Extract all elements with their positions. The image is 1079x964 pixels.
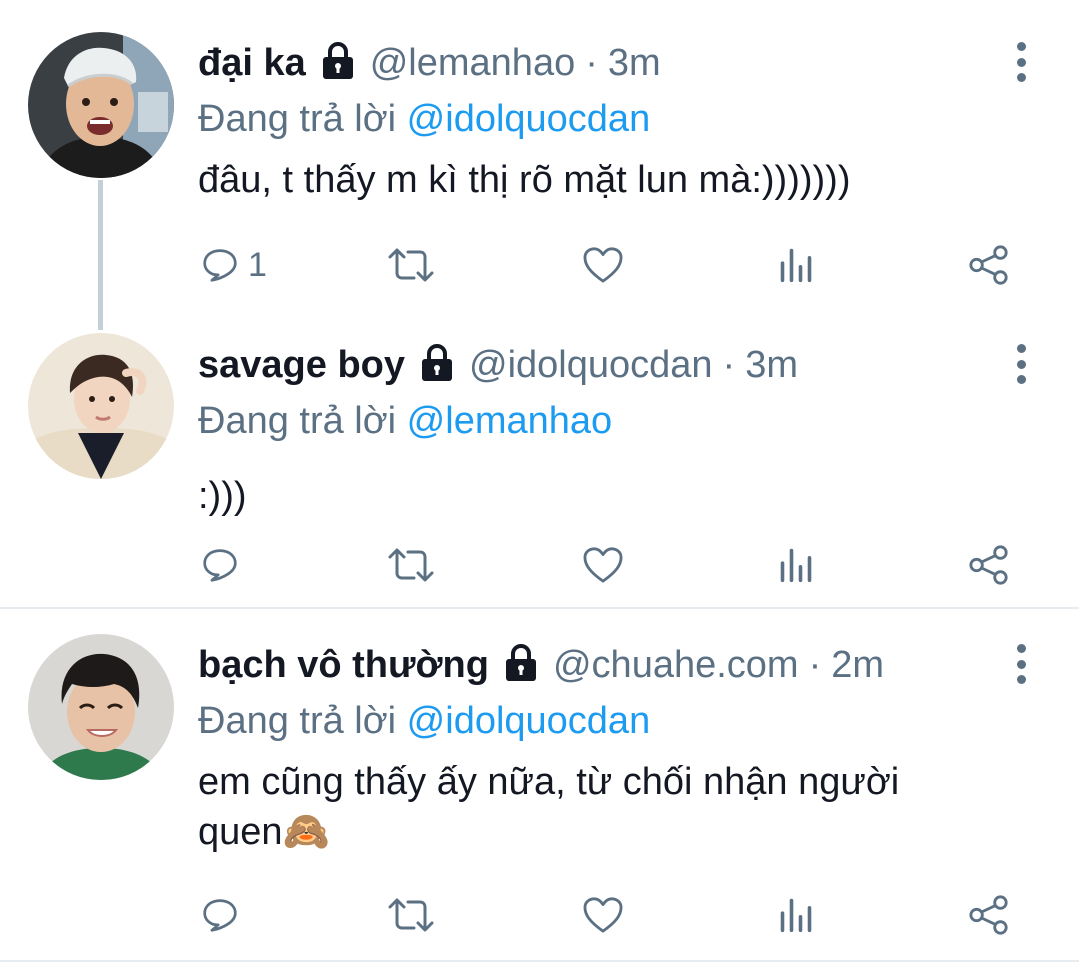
reply-button[interactable] [202,540,238,590]
tweet-2[interactable]: savage boy @idolquocdan · 3m Đang trả lờ… [0,320,1079,608]
tweet-actions: 1 [198,240,1018,290]
avatar[interactable] [28,32,174,178]
separator-dot: · [722,343,736,386]
mention-link[interactable]: @lemanhao [407,400,612,442]
share-icon [968,894,1010,936]
avatar[interactable] [28,333,174,479]
timestamp[interactable]: 2m [831,644,884,687]
replying-to: Đang trả lời @idolquocdan [198,695,999,747]
heart-icon [582,896,624,934]
more-vertical-icon[interactable] [1011,644,1031,684]
heart-icon [582,246,624,284]
share-button[interactable] [968,890,1010,940]
share-icon [968,544,1010,586]
tweet-actions [198,540,1018,590]
user-handle[interactable]: @chuahe.com [553,644,799,687]
analytics-button[interactable] [778,240,814,290]
timestamp[interactable]: 3m [608,42,661,85]
share-button[interactable] [968,240,1010,290]
lock-icon [501,643,541,688]
like-button[interactable] [582,240,624,290]
tweet-divider [0,607,1079,609]
timestamp[interactable]: 3m [745,344,798,387]
retweet-button[interactable] [386,540,436,590]
retweet-button[interactable] [386,890,436,940]
tweet-text-line: em cũng thấy ấy nữa, từ chối nhận người [198,761,900,803]
analytics-icon [778,247,814,283]
share-icon [968,244,1010,286]
tweet-actions [198,890,1018,940]
replying-to-label: Đang trả lời [198,400,397,442]
avatar[interactable] [28,634,174,780]
reply-icon [202,897,238,933]
mention-link[interactable]: @idolquocdan [407,98,651,140]
separator-dot: · [808,643,822,686]
replying-to: Đang trả lời @lemanhao [198,395,999,447]
analytics-button[interactable] [778,540,814,590]
more-vertical-icon[interactable] [1011,42,1031,82]
retweet-icon [386,895,436,935]
separator-dot: · [585,41,598,84]
reply-button[interactable]: 1 [202,240,267,290]
retweet-icon [386,545,436,585]
tweet-text: em cũng thấy ấy nữa, từ chối nhận người … [198,757,999,857]
mention-link[interactable]: @idolquocdan [407,700,651,742]
tweet-text: :))) [198,475,247,517]
retweet-button[interactable] [386,240,436,290]
lock-icon [318,41,358,86]
replying-to: Đang trả lời @idolquocdan [198,93,999,145]
tweet-1[interactable]: đại ka @lemanhao · 3m Đang trả lời @idol… [0,0,1079,320]
reply-count: 1 [248,245,267,284]
analytics-icon [778,547,814,583]
retweet-icon [386,245,436,285]
replying-to-label: Đang trả lời [198,98,397,140]
like-button[interactable] [582,540,624,590]
user-handle[interactable]: @lemanhao [370,42,575,85]
tweet-header: đại ka @lemanhao · 3m [198,33,999,93]
analytics-button[interactable] [778,890,814,940]
more-vertical-icon[interactable] [1011,344,1031,384]
tweet-divider [0,960,1079,962]
tweet-header: bạch vô thường @chuahe.com · 2m [198,635,999,695]
display-name[interactable]: savage boy [198,344,405,387]
tweet-3[interactable]: bạch vô thường @chuahe.com · 2m Đang trả… [0,610,1079,964]
replying-to-label: Đang trả lời [198,700,397,742]
user-handle[interactable]: @idolquocdan [469,344,713,387]
share-button[interactable] [968,540,1010,590]
tweet-text: đâu, t thấy m kì thị rõ mặt lun mà:)))))… [198,159,851,201]
display-name[interactable]: bạch vô thường [198,644,489,687]
like-button[interactable] [582,890,624,940]
reply-icon [202,547,238,583]
tweet-text-line: quen🙈 [198,811,330,853]
lock-icon [417,343,457,388]
reply-icon [202,247,238,283]
analytics-icon [778,897,814,933]
tweet-header: savage boy @idolquocdan · 3m [198,335,999,395]
reply-button[interactable] [202,890,238,940]
display-name[interactable]: đại ka [198,42,306,85]
heart-icon [582,546,624,584]
